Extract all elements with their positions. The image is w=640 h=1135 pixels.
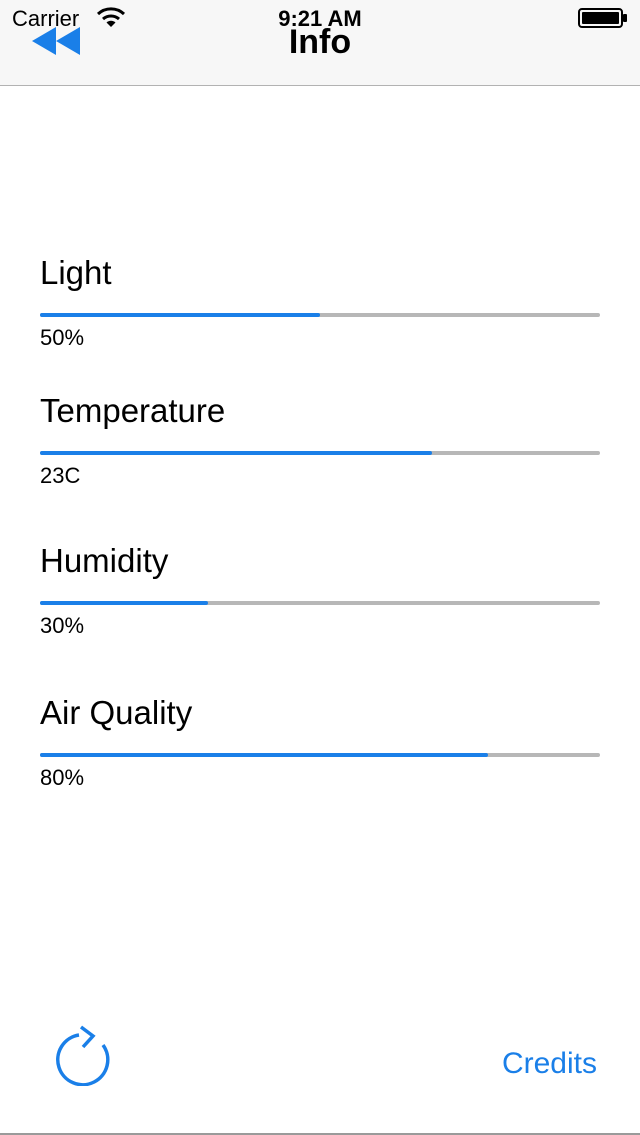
refresh-button[interactable] bbox=[54, 1024, 116, 1087]
metric-progress-fill bbox=[40, 601, 208, 605]
metric-progress-fill bbox=[40, 451, 432, 455]
metric-progress-track bbox=[40, 601, 600, 605]
refresh-icon bbox=[56, 1025, 110, 1087]
metric-value: 23C bbox=[40, 463, 81, 488]
page-title: Info bbox=[288, 23, 352, 61]
metric-label: Light bbox=[40, 254, 112, 291]
navigation-bar: Carrier 9:21 AM Info bbox=[0, 0, 640, 86]
metric-label: Air Quality bbox=[40, 694, 193, 731]
metric-progress-track bbox=[40, 451, 600, 455]
metric-value: 30% bbox=[40, 613, 85, 638]
metric-progress-fill bbox=[40, 753, 488, 757]
metric-label: Humidity bbox=[40, 542, 169, 579]
metric-value: 80% bbox=[40, 765, 85, 790]
metric-label: Temperature bbox=[40, 392, 226, 429]
metric-progress-track bbox=[40, 313, 600, 317]
metric-value: 50% bbox=[40, 325, 85, 350]
credits-button[interactable]: Credits bbox=[502, 1046, 597, 1082]
metric-progress-track bbox=[40, 753, 600, 757]
metric-progress-fill bbox=[40, 313, 320, 317]
